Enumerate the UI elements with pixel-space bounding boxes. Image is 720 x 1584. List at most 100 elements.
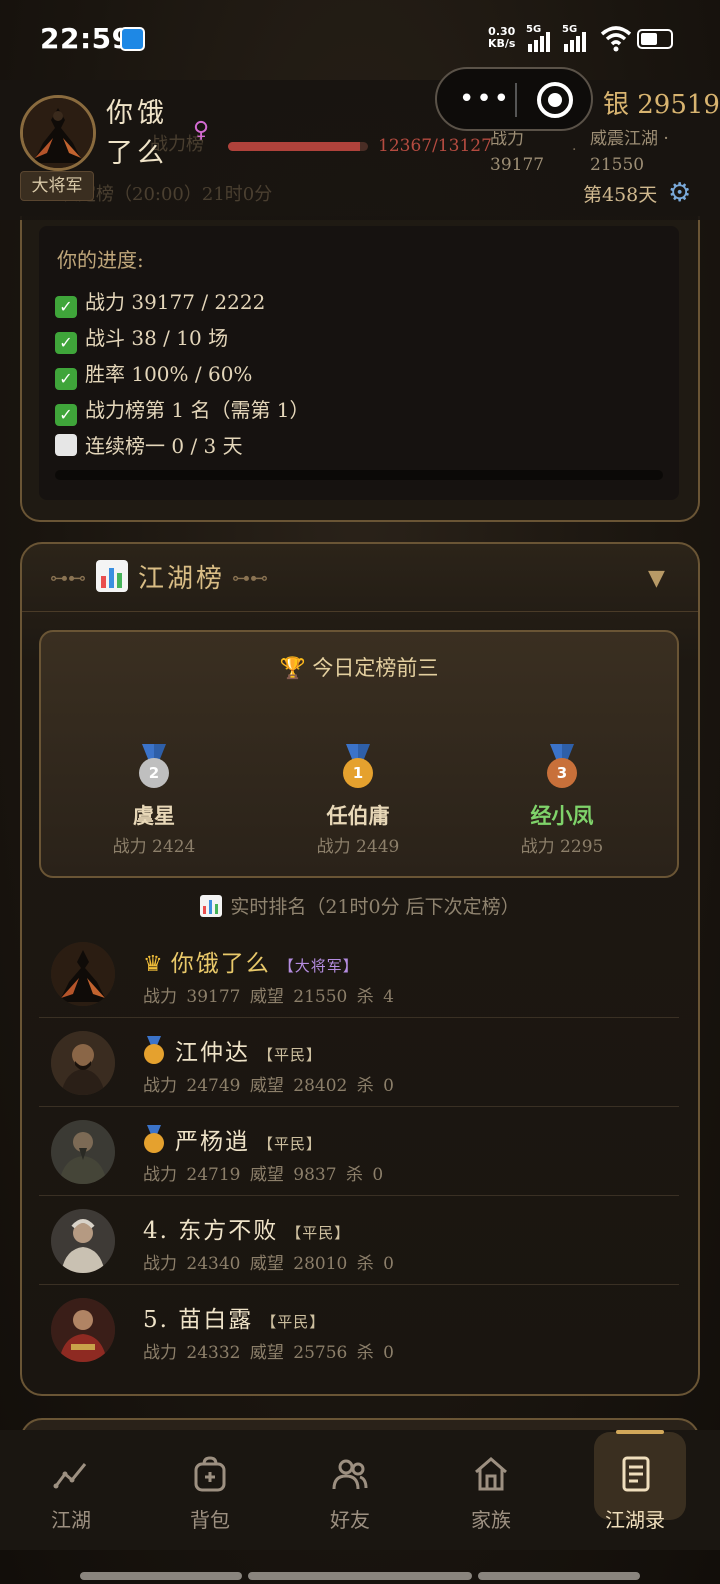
power-stat: 战力 39177 — [490, 129, 545, 175]
avatar — [51, 1298, 115, 1362]
podium-power: 战力 2449 — [316, 837, 400, 857]
home-indicator — [478, 1572, 640, 1580]
friends-icon — [332, 1459, 368, 1490]
collapse-caret-icon[interactable]: ▼ — [648, 566, 665, 591]
bag-icon — [194, 1456, 226, 1492]
player-name: 你饿了么 — [106, 98, 168, 169]
ranking-stats: 战力 39177 威望 21550 杀 4 — [143, 987, 394, 1007]
ranking-row[interactable]: 严杨逍 【平民】 战力 24719 威望 9837 杀 0 — [39, 1108, 679, 1196]
tab-family[interactable]: 家族 — [436, 1430, 546, 1550]
separator-dot: · — [572, 142, 577, 158]
podium-name[interactable]: 经小凤 — [462, 800, 662, 830]
bar-chart-icon — [200, 895, 223, 917]
capsule-divider — [515, 83, 517, 117]
hp-bar-fill — [228, 142, 360, 151]
ranking-row[interactable]: ♛ 你饿了么 【大将军】 战力 39177 威望 21550 杀 4 — [39, 930, 679, 1018]
signal-icon: 5G — [562, 24, 592, 52]
tab-jianghu[interactable]: 江湖 — [16, 1430, 126, 1550]
podium-name[interactable]: 虞星 — [54, 800, 254, 830]
ranking-row[interactable]: 5. 苗白露 【平民】 战力 24332 威望 25756 杀 0 — [39, 1286, 679, 1374]
podium-power: 战力 2424 — [112, 837, 196, 857]
app-notification-icon — [120, 27, 145, 51]
document-icon — [622, 1456, 650, 1492]
silver-medal-icon: 2 — [137, 744, 171, 794]
hp-bar — [228, 142, 368, 151]
ranking-row[interactable]: 江仲达 【平民】 战力 24749 威望 28402 杀 0 — [39, 1019, 679, 1107]
tab-label: 江湖录 — [605, 1508, 665, 1532]
rank-badge: 【平民】 — [261, 1313, 326, 1331]
ranking-name: 江仲达 【平民】 — [143, 1033, 322, 1067]
network-speed: 0.30 KB/s — [488, 25, 516, 50]
progress-item: ✓ 战斗 38 / 10 场 — [55, 322, 228, 354]
gear-icon[interactable]: ⚙ — [668, 178, 691, 208]
battery-icon — [637, 29, 673, 49]
progress-item: ✓ 战力榜第 1 名（需第 1） — [55, 394, 310, 426]
rank-badge: 【平民】 — [258, 1046, 323, 1064]
warrior-portrait-icon — [23, 98, 93, 168]
bottom-tab-bar: 江湖 背包 好友 家族 江湖录 — [0, 1430, 720, 1550]
progress-label: 你的进度: — [57, 248, 144, 272]
progress-panel: 你的进度: ✓ 战力 39177 / 2222 ✓ 战斗 38 / 10 场 ✓ 胜率… — [39, 226, 679, 500]
avatar — [51, 1120, 115, 1184]
unchecked-box-icon — [55, 434, 77, 456]
rank-title-tag: 大将军 — [20, 171, 94, 201]
ranking-stats: 战力 24719 威望 9837 杀 0 — [143, 1165, 384, 1185]
top3-title: 🏆 今日定榜前三 — [279, 656, 439, 680]
check-icon: ✓ — [55, 332, 77, 354]
wifi-icon — [600, 26, 632, 52]
progress-item: ✓ 战力 39177 / 2222 — [55, 286, 265, 318]
avatar — [51, 1031, 115, 1095]
hp-text: 12367/13127 — [378, 136, 492, 156]
fame-stat: 威震江湖 · 21550 — [590, 129, 669, 175]
chart-line-icon — [53, 1463, 87, 1489]
home-indicator — [80, 1572, 242, 1580]
bronze-medal-icon: 3 — [545, 744, 579, 794]
tab-records[interactable]: 江湖录 — [590, 1430, 700, 1550]
tab-label: 好友 — [330, 1508, 370, 1532]
ranking-name: 严杨逍 【平民】 — [143, 1122, 322, 1156]
silver-balance: 银 29519 — [603, 90, 720, 120]
day-counter: 第458天 — [583, 184, 658, 206]
ranking-stats: 战力 24340 威望 28010 杀 0 — [143, 1254, 394, 1274]
progress-bar — [55, 470, 663, 480]
bar-chart-icon — [96, 560, 128, 592]
ornament-icon: ⊶⊷ — [50, 568, 86, 589]
tab-label: 背包 — [190, 1508, 230, 1532]
status-bar: 22:59 0.30 KB/s 5G 5G — [0, 0, 720, 80]
avatar — [51, 942, 115, 1006]
tab-label: 江湖 — [51, 1508, 91, 1532]
progress-card: 你的进度: ✓ 战力 39177 / 2222 ✓ 战斗 38 / 10 场 ✓ 胜率… — [20, 216, 700, 522]
home-icon — [475, 1457, 507, 1491]
podium-name[interactable]: 任伯庸 — [258, 800, 458, 830]
clock: 22:59 — [40, 22, 132, 55]
tab-label: 家族 — [471, 1508, 511, 1532]
player-avatar[interactable] — [20, 95, 96, 171]
ranking-name: 4. 东方不败 【平民】 — [143, 1218, 351, 1244]
gold-medal-icon: 1 — [341, 744, 375, 794]
more-icon[interactable]: ••• — [459, 86, 511, 112]
podium-power: 战力 2295 — [520, 837, 604, 857]
top3-card: 🏆 今日定榜前三 2 虞星 战力 2424 1 任伯庸 战力 2449 3 经小… — [39, 630, 679, 878]
ranking-row[interactable]: 4. 东方不败 【平民】 战力 24340 威望 28010 杀 0 — [39, 1197, 679, 1285]
tab-friends[interactable]: 好友 — [295, 1430, 405, 1550]
signal-icon: 5G — [526, 24, 556, 52]
player-header: 战力榜 次定榜（20:00）21时0分 大将军 你饿了么 ♀ 12367/131… — [0, 67, 720, 220]
ornament-icon: ⊶⊷ — [232, 568, 268, 589]
ranking-stats: 战力 24332 威望 25756 杀 0 — [143, 1343, 394, 1363]
ranking-stats: 战力 24749 威望 28402 杀 0 — [143, 1076, 394, 1096]
home-indicator — [248, 1572, 472, 1580]
rank-badge: 【平民】 — [286, 1224, 351, 1242]
ranking-header[interactable]: ⊶⊷ 江湖榜 ⊶⊷ ▼ — [22, 544, 698, 612]
panel-title: 江湖榜 — [138, 564, 226, 594]
check-icon: ✓ — [55, 368, 77, 390]
rank-badge: 【大将军】 — [278, 957, 359, 975]
check-icon: ✓ — [55, 296, 77, 318]
close-miniprogram-icon[interactable] — [537, 82, 573, 118]
progress-item: 连续榜一 0 / 3 天 — [55, 430, 243, 459]
medal-icon — [143, 1125, 165, 1153]
avatar — [51, 1209, 115, 1273]
gender-icon: ♀ — [193, 118, 210, 143]
tab-backpack[interactable]: 背包 — [155, 1430, 265, 1550]
medal-icon — [143, 1036, 165, 1064]
progress-item: ✓ 胜率 100% / 60% — [55, 358, 252, 390]
